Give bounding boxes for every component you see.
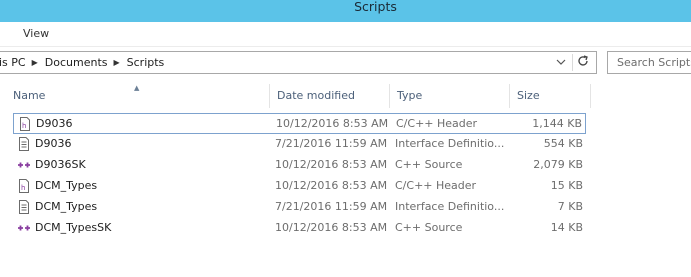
search-input[interactable]: Search Scripts [617,56,691,69]
file-size: 7 KB [557,200,583,213]
column-header-size[interactable]: Size [510,84,591,108]
column-header-size-label: Size [517,89,540,102]
file-type: C++ Source [395,221,463,234]
file-date-modified: 7/21/2016 11:59 AM [275,200,388,213]
column-header-type[interactable]: Type [390,84,510,108]
text-file-icon [18,200,30,214]
svg-text:h: h [22,122,26,130]
chevron-down-icon[interactable] [555,55,567,69]
file-type: C/C++ Header [396,117,478,130]
window-title: Scripts [354,0,397,14]
file-row[interactable]: D9036 7/21/2016 11:59 AM Interface Definit… [13,134,586,155]
file-date-modified: 10/12/2016 8:53 AM [275,221,388,234]
ribbon: View [0,22,691,47]
file-row[interactable]: DCM_Types 7/21/2016 11:59 AM Interface Def… [13,197,586,218]
file-type: Interface Definitio... [395,137,505,150]
file-name: DCM_TypesSK [35,221,112,234]
breadcrumb-this-pc[interactable]: is PC [0,56,26,69]
file-type: C++ Source [395,158,463,171]
breadcrumb-documents[interactable]: Documents [45,56,108,69]
file-name: D9036 [35,137,72,150]
file-date-modified: 10/12/2016 8:53 AM [275,158,388,171]
file-size: 2,079 KB [533,158,583,171]
file-size: 14 KB [550,221,583,234]
cpp-source-file-icon [18,158,30,172]
search-box[interactable]: Search Scripts [607,51,691,74]
column-headers: ▲ Name Date modified Type Size [0,84,591,108]
header-file-icon: h [18,179,30,193]
column-header-type-label: Type [397,89,423,102]
cpp-source-file-icon [18,221,30,235]
file-row[interactable]: D9036SK 10/12/2016 8:53 AM C++ Source 2,079… [13,155,586,176]
column-header-date[interactable]: Date modified [270,84,390,108]
file-size: 15 KB [550,179,583,192]
file-name: DCM_Types [35,179,98,192]
file-date-modified: 7/21/2016 11:59 AM [275,137,388,150]
file-date-modified: 10/12/2016 8:53 AM [275,179,388,192]
file-type: C/C++ Header [395,179,477,192]
file-name: DCM_Types [35,200,98,213]
file-row[interactable]: DCM_TypesSK 10/12/2016 8:53 AM C++ Source 1… [13,218,586,239]
file-row[interactable]: h D9036 10/12/2016 8:53 AM C/C++ Header 1,14… [13,113,586,134]
svg-text:h: h [21,184,25,192]
breadcrumb: is PC ▶ Documents ▶ Scripts [0,56,164,69]
breadcrumb-scripts[interactable]: Scripts [127,56,165,69]
sort-ascending-icon: ▲ [134,84,140,92]
file-type: Interface Definitio... [395,200,505,213]
tab-view[interactable]: View [23,27,49,40]
address-bar[interactable]: is PC ▶ Documents ▶ Scripts [0,51,597,74]
breadcrumb-separator-icon[interactable]: ▶ [113,58,119,67]
file-row[interactable]: h DCM_Types 10/12/2016 8:53 AM C/C++ Header… [13,176,586,197]
address-divider [572,54,573,71]
file-size: 1,144 KB [532,117,582,130]
refresh-icon[interactable] [575,54,591,70]
breadcrumb-separator-icon[interactable]: ▶ [32,58,38,67]
file-date-modified: 10/12/2016 8:53 AM [276,117,389,130]
column-header-date-label: Date modified [277,89,355,102]
header-file-icon: h [19,117,31,131]
file-size: 554 KB [543,137,583,150]
title-bar: Scripts [0,0,691,22]
file-name: D9036SK [35,158,86,171]
column-header-name[interactable]: ▲ Name [0,84,270,108]
text-file-icon [18,137,30,151]
file-name: D9036 [36,117,73,130]
column-header-name-label: Name [13,89,46,102]
